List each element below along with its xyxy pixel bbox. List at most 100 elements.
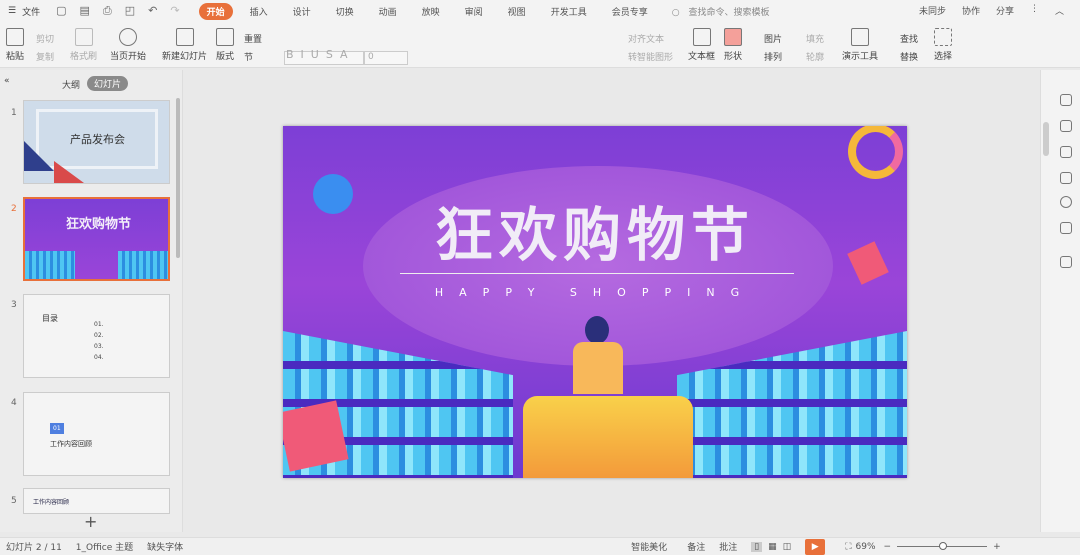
zoom-slider[interactable] bbox=[897, 542, 988, 550]
export-icon[interactable]: ▤ bbox=[80, 4, 90, 18]
outline-button[interactable]: 轮廓 bbox=[806, 50, 824, 63]
toc-item: 01. bbox=[94, 321, 104, 328]
undo-icon[interactable]: ↶ bbox=[148, 4, 157, 18]
play-icon bbox=[119, 28, 137, 46]
reading-view-icon[interactable]: ◫ bbox=[783, 542, 792, 552]
tab-home[interactable]: 开始 bbox=[198, 2, 233, 20]
play-from-current-button[interactable]: 当页开始 bbox=[110, 28, 146, 62]
textbox-button[interactable]: 文本框 bbox=[688, 28, 715, 62]
slide-thumb-2[interactable]: 狂欢购物节 bbox=[23, 197, 170, 281]
cube-icon[interactable] bbox=[1060, 256, 1072, 268]
more-icon[interactable]: ⋮ bbox=[1030, 4, 1039, 17]
smartart-button[interactable]: 转智能图形 bbox=[628, 50, 673, 63]
comments-button[interactable]: 批注 bbox=[719, 540, 737, 553]
picture-button[interactable]: 图片 bbox=[764, 32, 782, 45]
thumb-badge: 01 bbox=[50, 423, 64, 434]
select-button[interactable]: 选择 bbox=[934, 28, 952, 62]
rocket-icon[interactable] bbox=[1060, 94, 1072, 106]
normal-view-icon[interactable]: ▯ bbox=[751, 541, 763, 552]
new-slide-button[interactable]: 新建幻灯片 bbox=[162, 28, 207, 62]
file-menu[interactable]: 文件 bbox=[22, 5, 40, 18]
sync-button[interactable]: 未同步 bbox=[919, 4, 946, 17]
share-button[interactable]: 分享 bbox=[996, 4, 1014, 17]
cut-button[interactable]: 剪切 bbox=[36, 32, 54, 45]
slide-thumb-3[interactable]: 目录 01. 02. 03. 04. bbox=[23, 294, 170, 378]
replace-button[interactable]: 替换 bbox=[900, 50, 918, 63]
toc-item: 02. bbox=[94, 332, 104, 339]
slide-thumb-5[interactable]: 工作内容回顾 bbox=[23, 488, 170, 514]
command-search[interactable]: ○ 查找命令、搜索模板 bbox=[672, 5, 776, 18]
zoom-level[interactable]: 69% bbox=[856, 542, 876, 552]
collaborate-button[interactable]: 协作 bbox=[962, 4, 980, 17]
format-painter-button[interactable]: 格式刷 bbox=[70, 28, 97, 62]
shape-label: 形状 bbox=[724, 52, 743, 62]
fit-icon[interactable]: ⛶ bbox=[845, 542, 851, 552]
thumb-title: 工作内容回顾 bbox=[50, 440, 92, 448]
hamburger-icon[interactable]: ☰ bbox=[8, 6, 16, 16]
paste-button[interactable]: 粘贴 bbox=[6, 28, 24, 62]
slide-title[interactable]: 狂欢购物节 bbox=[283, 188, 907, 272]
font-size-select[interactable]: 0 bbox=[364, 51, 408, 65]
notes-button[interactable]: 备注 bbox=[687, 540, 705, 553]
reset-button[interactable]: 重置 bbox=[244, 32, 262, 45]
sorter-view-icon[interactable]: ▦ bbox=[768, 542, 777, 552]
tab-slides[interactable]: 幻灯片 bbox=[87, 76, 129, 91]
thumb-title: 产品发布会 bbox=[70, 133, 125, 146]
beautify-button[interactable]: 智能美化 bbox=[631, 540, 667, 553]
search-placeholder: 查找命令、搜索模板 bbox=[688, 7, 770, 18]
save-icon[interactable]: ▢ bbox=[56, 4, 66, 18]
zoom-out-button[interactable]: − bbox=[884, 542, 892, 552]
brush-icon[interactable] bbox=[1060, 120, 1072, 132]
arrange-button[interactable]: 排列 bbox=[764, 50, 782, 63]
presentation-tools-button[interactable]: 演示工具 bbox=[842, 28, 878, 62]
present-tools-label: 演示工具 bbox=[842, 52, 879, 62]
tab-view[interactable]: 视图 bbox=[500, 3, 534, 20]
print-icon[interactable]: ⎙ bbox=[103, 4, 112, 18]
align-text-button[interactable]: 对齐文本 bbox=[628, 32, 664, 45]
copy-icon[interactable] bbox=[1060, 172, 1072, 184]
collapse-ribbon-icon[interactable]: ︿ bbox=[1055, 4, 1064, 17]
slide-thumb-4[interactable]: 01 工作内容回顾 bbox=[23, 392, 170, 476]
tab-review[interactable]: 审阅 bbox=[457, 3, 491, 20]
missing-font-button[interactable]: 缺失字体 bbox=[147, 540, 183, 553]
tab-design[interactable]: 设计 bbox=[285, 3, 319, 20]
paste-icon bbox=[6, 28, 24, 46]
layout-button[interactable]: 版式 bbox=[216, 28, 234, 62]
slide-subtitle[interactable]: HAPPY SHOPPING bbox=[283, 286, 907, 299]
help-icon[interactable] bbox=[1060, 196, 1072, 208]
slide-number: 3 bbox=[11, 300, 17, 310]
find-button[interactable]: 查找 bbox=[900, 32, 918, 45]
layout-icon bbox=[216, 28, 234, 46]
preview-icon[interactable]: ◰ bbox=[125, 4, 135, 18]
shopping-bags bbox=[523, 396, 693, 478]
star-icon[interactable] bbox=[1060, 146, 1072, 158]
slide-canvas[interactable]: 狂欢购物节 HAPPY SHOPPING bbox=[283, 126, 907, 478]
tab-member[interactable]: 会员专享 bbox=[604, 3, 656, 20]
tab-outline[interactable]: 大纲 bbox=[62, 78, 80, 91]
shape-button[interactable]: 形状 bbox=[724, 28, 742, 62]
status-bar: 幻灯片 2 / 11 1_Office 主题 缺失字体 智能美化 备注 批注 ▯… bbox=[0, 537, 1080, 555]
select-label: 选择 bbox=[934, 52, 953, 62]
zoom-in-button[interactable]: + bbox=[993, 542, 1001, 552]
tab-slideshow[interactable]: 放映 bbox=[414, 3, 448, 20]
thumb-title: 狂欢购物节 bbox=[65, 217, 131, 232]
zoom-slider-handle[interactable] bbox=[939, 542, 948, 550]
title-divider bbox=[400, 273, 794, 274]
fill-button[interactable]: 填充 bbox=[806, 32, 824, 45]
add-slide-button[interactable]: + bbox=[84, 512, 97, 531]
section-button[interactable]: 节 bbox=[244, 50, 253, 63]
settings-icon[interactable] bbox=[1060, 222, 1072, 234]
slide-thumb-1[interactable]: 产品发布会 bbox=[23, 100, 170, 184]
canvas-scrollbar[interactable] bbox=[1043, 122, 1049, 156]
text-format-buttons[interactable]: BIUSA bbox=[286, 48, 355, 61]
tab-animation[interactable]: 动画 bbox=[371, 3, 405, 20]
tab-transition[interactable]: 切换 bbox=[328, 3, 362, 20]
panel-scrollbar[interactable] bbox=[176, 98, 180, 258]
ring-decoration bbox=[848, 126, 903, 179]
redo-icon[interactable]: ↷ bbox=[170, 4, 179, 18]
tab-developer[interactable]: 开发工具 bbox=[543, 3, 595, 20]
play-slideshow-button[interactable]: ▶ bbox=[805, 538, 826, 555]
copy-button[interactable]: 复制 bbox=[36, 50, 54, 63]
tab-insert[interactable]: 插入 bbox=[242, 3, 276, 20]
collapse-panel-icon[interactable]: « bbox=[4, 76, 10, 86]
